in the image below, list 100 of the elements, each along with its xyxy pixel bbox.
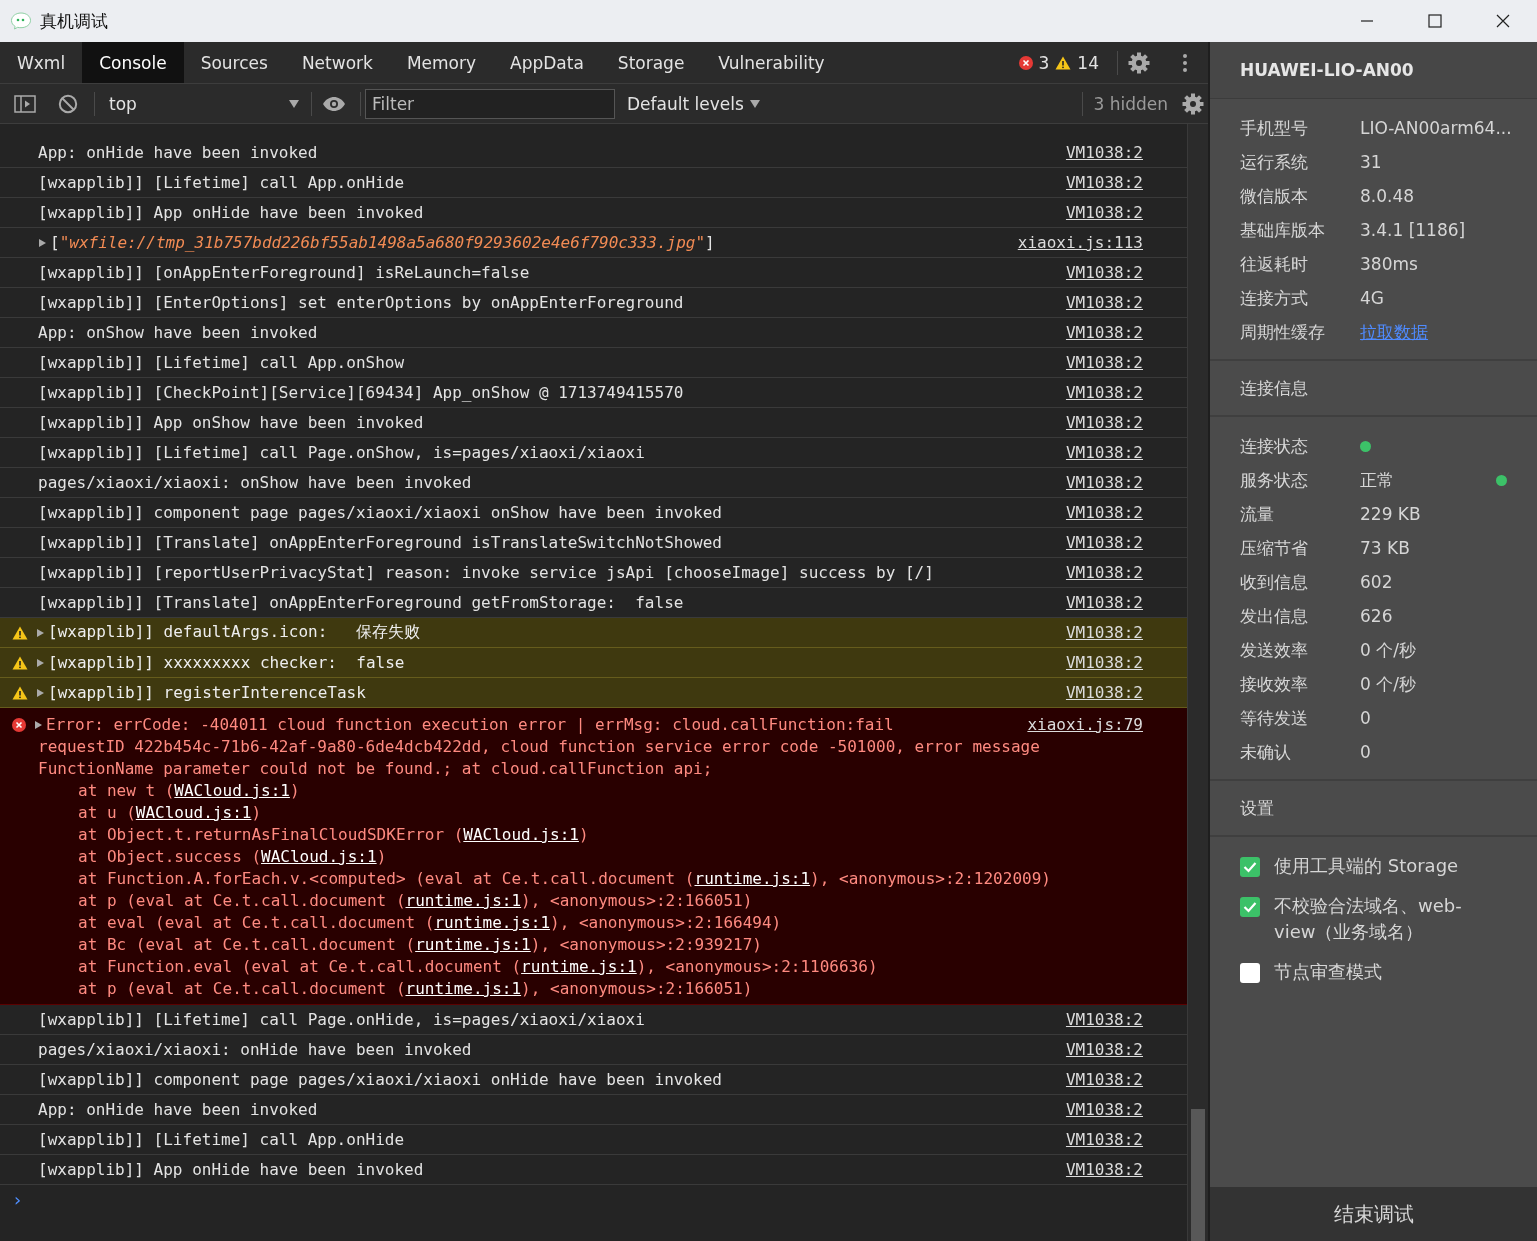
checkbox[interactable] <box>1240 963 1260 983</box>
warning-count[interactable]: 14 <box>1077 52 1099 73</box>
source-link[interactable]: VM1038:2 <box>1065 263 1143 282</box>
source-link[interactable]: VM1038:2 <box>1065 1010 1143 1029</box>
source-link[interactable]: VM1038:2 <box>1065 503 1143 522</box>
source-link[interactable]: VM1038:2 <box>1065 173 1143 192</box>
error-message: Error: errCode: -404011 cloud function execution error | errMsg: cloud.callFunction:fail <box>46 714 895 736</box>
source-link[interactable]: VM1038:2 <box>1065 323 1143 342</box>
tab[interactable]: AppData <box>493 42 601 83</box>
log-message: [wxapplib]] [onAppEnterForeground] isReLaunch=false <box>38 263 531 282</box>
info-label: 发出信息 <box>1240 604 1309 628</box>
device-name: HUAWEI-LIO-AN00 <box>1210 42 1537 99</box>
stack-line: at Bc (eval at Ce.t.call.document (runtime.js:1), <anonymous>:2:939217) <box>77 934 763 956</box>
prompt-caret[interactable]: › <box>12 1189 23 1210</box>
expand-icon[interactable] <box>34 720 42 730</box>
file-link[interactable]: runtime.js:1 <box>434 913 550 932</box>
source-link[interactable]: VM1038:2 <box>1065 293 1143 312</box>
source-link[interactable]: VM1038:2 <box>1065 653 1143 672</box>
source-link[interactable]: VM1038:2 <box>1065 203 1143 222</box>
source-link[interactable]: VM1038:2 <box>1065 563 1143 582</box>
info-value: LIO-AN00arm64... <box>1360 118 1513 138</box>
info-label: 流量 <box>1240 502 1275 526</box>
file-link[interactable]: WACloud.js:1 <box>174 781 290 800</box>
scrollbar[interactable] <box>1187 124 1208 1241</box>
source-link[interactable]: VM1038:2 <box>1065 623 1143 642</box>
info-label: 接收效率 <box>1240 672 1309 696</box>
app-logo <box>10 11 32 31</box>
log-message: [wxapplib]] [Translate] onAppEnterForeground isTranslateSwitchNotShowed <box>38 533 723 552</box>
source-link[interactable]: xiaoxi.js:79 <box>1027 714 1143 736</box>
tab[interactable]: Wxml <box>0 42 83 83</box>
tab[interactable]: Console <box>82 42 184 83</box>
log-message: pages/xiaoxi/xiaoxi: onShow have been invoked <box>38 473 473 492</box>
tab[interactable]: Sources <box>183 42 285 83</box>
source-link[interactable]: VM1038:2 <box>1065 413 1143 432</box>
settings-icon[interactable] <box>1128 51 1150 74</box>
source-link[interactable]: VM1038:2 <box>1065 1130 1143 1149</box>
info-label: 等待发送 <box>1240 706 1309 730</box>
expand-icon[interactable] <box>36 657 44 668</box>
source-link[interactable]: VM1038:2 <box>1065 533 1143 552</box>
file-link[interactable]: runtime.js:1 <box>521 957 637 976</box>
file-link[interactable]: runtime.js:1 <box>405 891 522 910</box>
info-label: 服务状态 <box>1240 468 1309 492</box>
source-link[interactable]: VM1038:2 <box>1065 683 1143 702</box>
log-message: [wxapplib]] [Lifetime] call App.onHide <box>38 173 406 192</box>
more-icon[interactable] <box>1182 52 1188 73</box>
log-message: [wxapplib]] App onShow have been invoked <box>38 413 425 432</box>
info-value: 8.0.48 <box>1360 186 1416 206</box>
source-link[interactable]: VM1038:2 <box>1065 143 1143 162</box>
source-link[interactable]: VM1038:2 <box>1065 593 1143 612</box>
expand-icon[interactable] <box>38 237 46 248</box>
expand-icon[interactable] <box>36 687 44 698</box>
settings-icon[interactable] <box>1182 92 1204 115</box>
expand-icon[interactable] <box>36 627 44 638</box>
tab[interactable]: Vulnerability <box>701 42 842 83</box>
stack-line: at new t (WACloud.js:1) <box>77 780 301 802</box>
file-link[interactable]: WACloud.js:1 <box>261 847 377 866</box>
context-select[interactable]: top <box>95 88 305 119</box>
source-link[interactable]: VM1038:2 <box>1065 353 1143 372</box>
warning-icon <box>12 625 28 640</box>
file-link[interactable]: WACloud.js:1 <box>463 825 579 844</box>
checkbox[interactable] <box>1240 857 1260 877</box>
source-link[interactable]: VM1038:2 <box>1065 473 1143 492</box>
source-link[interactable]: VM1038:2 <box>1065 383 1143 402</box>
eye-icon[interactable] <box>322 95 346 112</box>
tab[interactable]: Storage <box>600 42 702 83</box>
levels-dropdown[interactable]: Default levels <box>627 93 760 114</box>
error-icon <box>12 718 26 732</box>
log-message: [wxapplib]] component page pages/xiaoxi/xiaoxi onHide have been invoked <box>38 1070 723 1089</box>
log-message: ["wxfile://tmp_31b757bdd226bf55ab1498a5a680f9293602e4e6f790c333.jpg"] <box>50 233 716 252</box>
info-value: 229 KB <box>1360 504 1422 524</box>
log-message: App: onHide have been invoked <box>38 143 319 162</box>
file-link[interactable]: runtime.js:1 <box>694 869 811 888</box>
section-title: 设置 <box>1210 781 1537 837</box>
file-link[interactable]: WACloud.js:1 <box>135 803 252 822</box>
sidebar-toggle-icon[interactable] <box>14 94 36 113</box>
checkbox-label: 不校验合法域名、web-view（业务域名） <box>1274 894 1463 944</box>
info-label: 基础库版本 <box>1240 218 1326 242</box>
info-value: 626 <box>1360 606 1394 626</box>
file-link[interactable]: runtime.js:1 <box>405 979 522 998</box>
tab[interactable]: Memory <box>389 42 494 83</box>
stack-line: at p (eval at Ce.t.call.document (runtime.js:1), <anonymous>:2:166051) <box>77 978 754 1000</box>
source-link[interactable]: VM1038:2 <box>1065 443 1143 462</box>
end-debug-button[interactable]: 结束调试 <box>1210 1187 1537 1241</box>
stack-line: at Object.success (WACloud.js:1) <box>77 846 388 868</box>
source-link[interactable]: VM1038:2 <box>1065 1070 1143 1089</box>
source-link[interactable]: VM1038:2 <box>1065 1160 1143 1179</box>
checkbox[interactable] <box>1240 897 1260 917</box>
file-link[interactable]: runtime.js:1 <box>415 935 531 954</box>
log-message: [wxapplib]] [Lifetime] call Page.onShow, is=pages/xiaoxi/xiaoxi <box>38 443 646 462</box>
source-link[interactable]: xiaoxi.js:113 <box>1017 233 1143 252</box>
maximize-icon[interactable] <box>1428 14 1442 28</box>
source-link[interactable]: VM1038:2 <box>1065 1040 1143 1059</box>
info-value: 0 <box>1360 742 1372 762</box>
clear-console-icon[interactable] <box>58 93 78 114</box>
info-label: 收到信息 <box>1240 570 1309 594</box>
error-count[interactable]: 3 <box>1038 52 1050 73</box>
close-icon[interactable] <box>1496 14 1510 28</box>
tab[interactable]: Network <box>284 42 390 83</box>
source-link[interactable]: VM1038:2 <box>1065 1100 1143 1119</box>
filter-field[interactable]: Filter <box>365 88 615 119</box>
